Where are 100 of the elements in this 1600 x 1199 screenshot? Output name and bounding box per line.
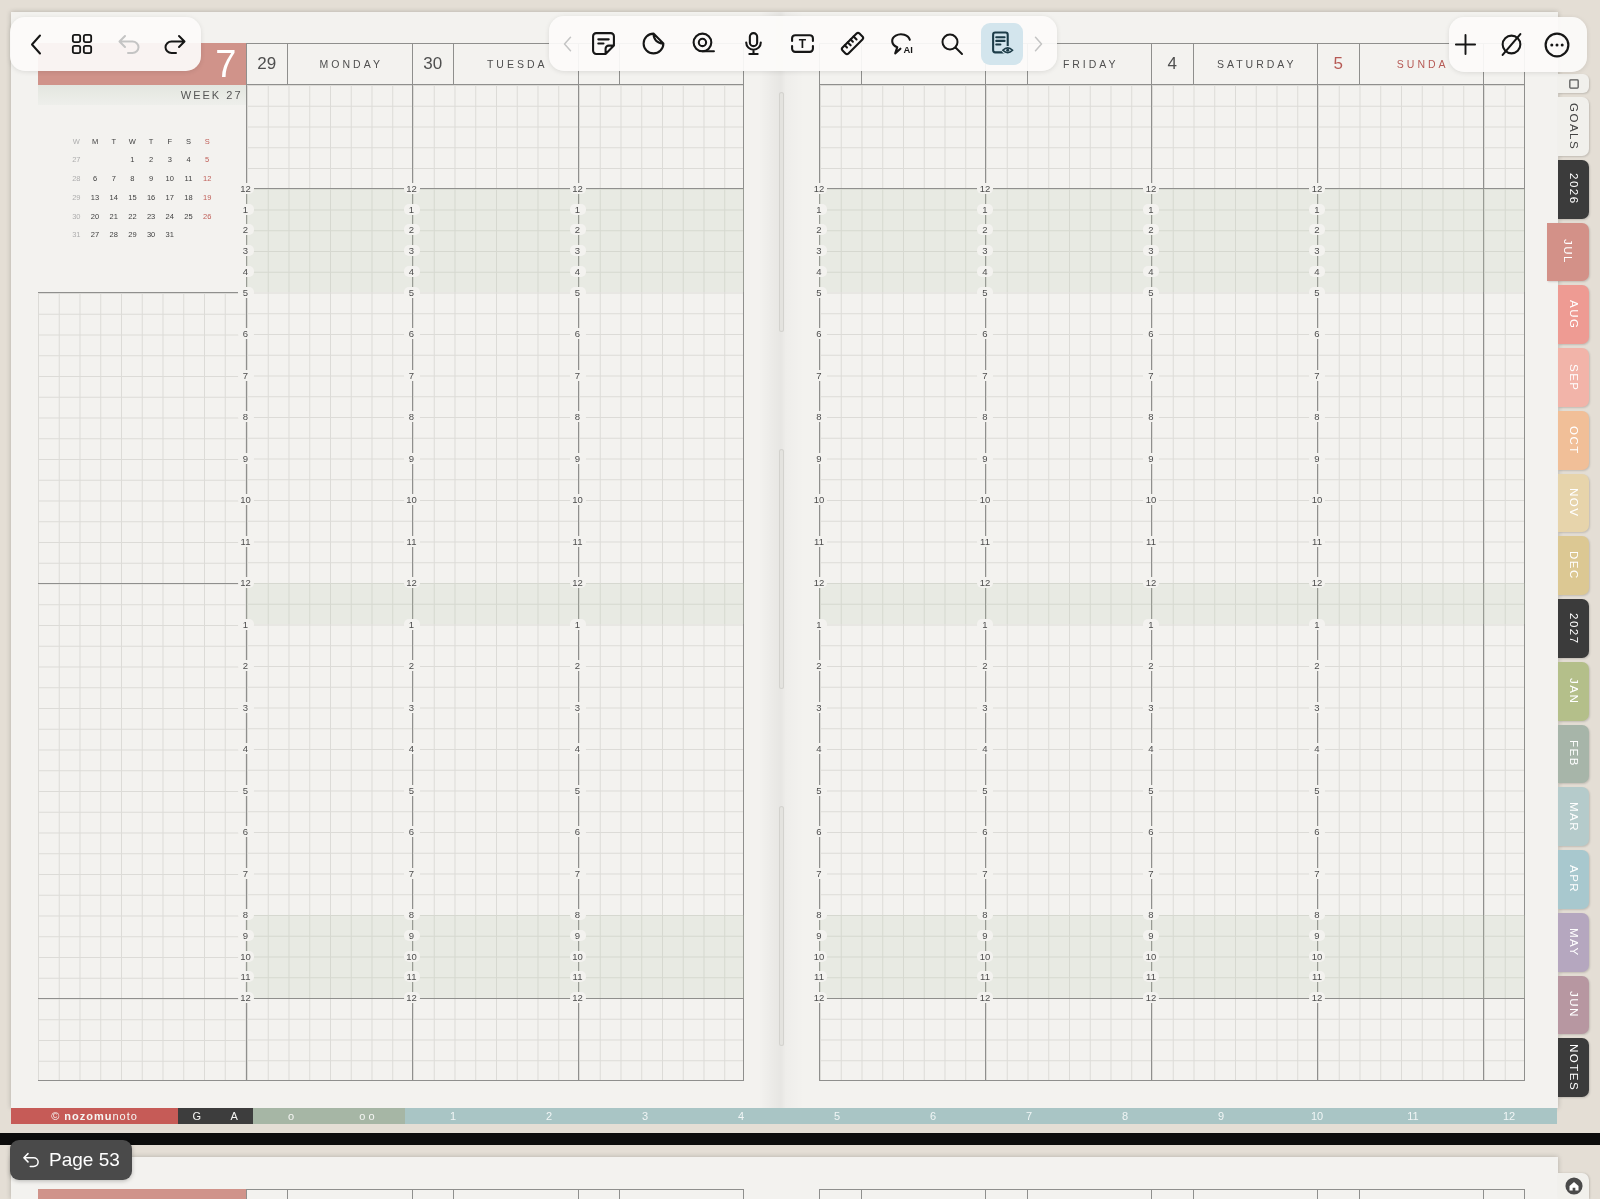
chevron-right-icon	[1034, 35, 1044, 52]
hour-label: 4	[569, 743, 586, 754]
weekday-label: FRIDAY	[1061, 58, 1119, 69]
hour-label: 2	[1309, 660, 1325, 671]
hour-label: 12	[811, 992, 827, 1003]
hour-label: 2	[403, 224, 420, 236]
index-tab[interactable]	[1558, 74, 1589, 93]
day-number: 4	[1167, 55, 1177, 73]
header-cell	[577, 1189, 619, 1199]
number-tab[interactable]: 9	[1173, 1108, 1269, 1124]
grid-icon	[71, 33, 94, 55]
side-tab[interactable]: 2027	[1558, 599, 1589, 658]
hour-label: 4	[403, 743, 420, 754]
page-indicator[interactable]: Page 53	[10, 1140, 132, 1180]
hour-label: 6	[569, 826, 586, 837]
side-tab[interactable]: SEP	[1558, 348, 1589, 407]
hour-label: 12	[569, 992, 586, 1003]
side-tab[interactable]: JAN	[1558, 661, 1589, 721]
number-tab[interactable]: 7	[981, 1108, 1077, 1124]
hour-label: 11	[1143, 535, 1159, 547]
hour-label: 10	[1309, 494, 1325, 505]
side-tab[interactable]: MAR	[1558, 787, 1589, 846]
symbol-tab[interactable]: o o	[329, 1108, 405, 1124]
hour-label: 11	[977, 971, 993, 983]
hour-label: 10	[977, 494, 993, 505]
hour-label: 3	[1143, 245, 1159, 256]
hour-label: 12	[237, 577, 254, 588]
hour-label: 3	[1143, 701, 1159, 713]
number-tab[interactable]: 11	[1365, 1108, 1461, 1124]
number-tab[interactable]: 6	[885, 1108, 981, 1124]
side-tab[interactable]: AUG	[1558, 285, 1589, 344]
text-box-button[interactable]: T	[782, 22, 824, 65]
letter-tab[interactable]: G	[178, 1108, 216, 1124]
hour-label: 11	[403, 971, 420, 983]
copyright-symbol: ©	[51, 1109, 61, 1124]
hour-label: 6	[977, 826, 993, 837]
number-tab[interactable]: 12	[1461, 1108, 1557, 1124]
header-cell	[1483, 1189, 1525, 1199]
hour-label: 10	[1309, 950, 1325, 962]
number-tab[interactable]: 10	[1269, 1108, 1365, 1124]
hour-label: 1	[237, 618, 254, 630]
hour-label: 5	[237, 286, 254, 298]
side-tab[interactable]: MAY	[1558, 912, 1589, 972]
hour-label: 4	[1309, 265, 1325, 277]
hour-label: 12	[403, 182, 420, 194]
hour-label: 10	[237, 494, 254, 505]
number-tab[interactable]: 2	[501, 1108, 597, 1124]
side-tab[interactable]: NOTES	[1558, 1038, 1589, 1097]
side-tab[interactable]: GOALS	[1558, 97, 1589, 156]
side-tab[interactable]: NOV	[1558, 473, 1589, 533]
hour-label: 7	[403, 867, 420, 879]
hour-label: 7	[1309, 369, 1325, 381]
number-tab[interactable]: 1	[405, 1108, 501, 1124]
hour-label: 3	[1309, 701, 1325, 713]
hour-label: 1	[1309, 203, 1325, 215]
home-icon	[1564, 1177, 1583, 1195]
hour-label: 8	[977, 411, 993, 422]
hour-label: 6	[1143, 826, 1159, 837]
hour-label: 7	[237, 867, 254, 879]
side-tab[interactable]: DEC	[1558, 536, 1589, 595]
number-tab[interactable]: 5	[789, 1108, 885, 1124]
weekday-label: SUNDA	[1395, 58, 1449, 69]
hour-label: 4	[977, 743, 993, 754]
hour-label: 7	[237, 369, 254, 381]
hour-label: 12	[1309, 577, 1325, 588]
hour-label: 8	[237, 411, 254, 422]
hour-label: 1	[977, 203, 993, 215]
reading-mode-button[interactable]	[981, 22, 1024, 65]
hour-label: 4	[569, 265, 586, 277]
hour-label: 5	[1143, 784, 1159, 796]
side-tab[interactable]: JUL	[1547, 222, 1589, 282]
side-tab[interactable]: APR	[1558, 850, 1589, 909]
more-button[interactable]	[1543, 30, 1571, 59]
ai-lasso-button[interactable]: AI	[881, 22, 924, 65]
number-tab[interactable]: 4	[693, 1108, 789, 1124]
week-label: WEEK 27	[38, 84, 246, 106]
hour-label: 11	[811, 971, 827, 983]
side-tab[interactable]: 2026	[1558, 159, 1589, 219]
home-button[interactable]	[1558, 1173, 1589, 1199]
hour-label: 9	[1143, 452, 1159, 464]
document-eye-icon	[989, 31, 1015, 56]
hour-label: 10	[569, 950, 586, 962]
side-tab[interactable]: JUN	[1558, 975, 1589, 1035]
number-tab[interactable]: 8	[1077, 1108, 1173, 1124]
hour-label: 6	[403, 826, 420, 837]
hour-label: 8	[1309, 411, 1325, 422]
number-tab[interactable]: 3	[597, 1108, 693, 1124]
header-cell	[1317, 1189, 1359, 1199]
hour-label: 8	[977, 909, 993, 920]
hour-label: 6	[1309, 826, 1325, 837]
side-tab[interactable]: FEB	[1558, 724, 1589, 784]
hour-label: 6	[977, 328, 993, 339]
hour-label: 9	[403, 929, 420, 941]
hour-label: 12	[569, 182, 586, 194]
hour-label: 9	[569, 929, 586, 941]
symbol-tab[interactable]: o	[253, 1108, 329, 1124]
hour-label: 6	[569, 328, 586, 339]
header-cell	[411, 1189, 453, 1199]
letter-tab[interactable]: A	[215, 1108, 253, 1124]
side-tab[interactable]: OCT	[1558, 410, 1589, 470]
